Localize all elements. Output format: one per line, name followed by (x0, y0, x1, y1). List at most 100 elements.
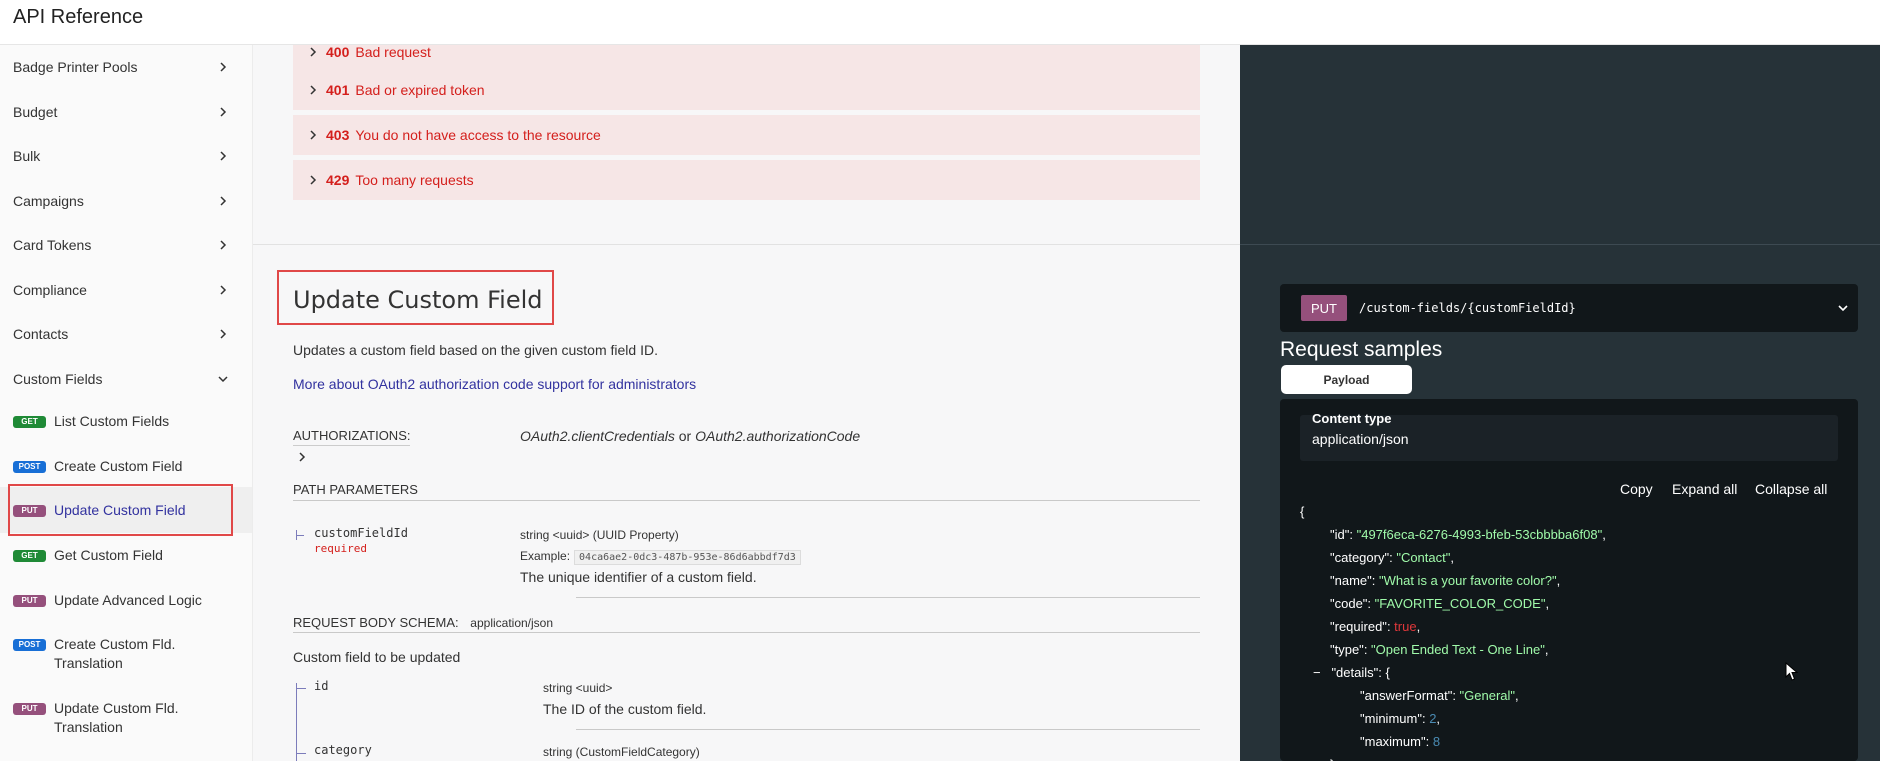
sidebar-group-compliance[interactable]: Compliance (0, 268, 252, 312)
path-param-type: string <uuid> (UUID Property) (520, 528, 679, 542)
sidebar-item-create-custom-field[interactable]: POST Create Custom Field (0, 457, 252, 476)
response-400[interactable]: 400 Bad request (293, 45, 1200, 72)
sidebar-group-label: Custom Fields (13, 371, 103, 387)
response-text: You do not have access to the resource (355, 127, 601, 143)
chevron-right-icon (310, 85, 317, 95)
body-param-name: id (314, 679, 329, 693)
sidebar-group-label: Card Tokens (13, 237, 92, 253)
request-body-description: Custom field to be updated (293, 649, 461, 665)
body-param-name: category (314, 743, 372, 757)
json-open-brace: { (1300, 504, 1305, 519)
method-badge: GET (13, 416, 46, 428)
section-divider (253, 244, 1240, 245)
json-line-category: "category": "Contact", (1330, 550, 1454, 565)
sidebar-item-update-custom-fld-translation[interactable]: PUT Update Custom Fld. Translation (0, 699, 252, 737)
collapse-all-button[interactable]: Collapse all (1755, 481, 1827, 497)
json-key: "answerFormat" (1360, 688, 1453, 703)
sidebar: Badge Printer Pools Budget Bulk Campaign… (0, 45, 253, 761)
response-code: 429 (326, 172, 350, 188)
tree-connector (296, 683, 297, 761)
sidebar-item-update-advanced-logic[interactable]: PUT Update Advanced Logic (0, 591, 252, 610)
json-value: "Contact" (1396, 550, 1451, 565)
json-line-maximum: "maximum": 8 (1360, 734, 1441, 749)
auth-client-credentials: OAuth2.clientCredentials (520, 428, 675, 444)
sidebar-item-label: Create Custom Field (54, 458, 183, 474)
request-body-type: application/json (470, 616, 554, 630)
sidebar-group-label: Bulk (13, 148, 41, 164)
sidebar-item-create-custom-fld-translation[interactable]: POST Create Custom Fld. Translation (0, 635, 252, 673)
auth-or: or (678, 428, 692, 444)
response-code: 400 (326, 45, 350, 60)
auth-authorization-code: OAuth2.authorizationCode (695, 428, 861, 444)
rule (576, 597, 1200, 598)
authorizations-label: AUTHORIZATIONS: (293, 428, 411, 446)
chevron-right-icon (216, 105, 230, 119)
sidebar-group-badge-printer-pools[interactable]: Badge Printer Pools (0, 45, 252, 89)
json-value: 8 (1432, 734, 1441, 749)
json-line-id: "id": "497f6eca-6276-4993-bfeb-53cbbbba6… (1330, 527, 1606, 542)
sidebar-group-campaigns[interactable]: Campaigns (0, 179, 252, 223)
sidebar-item-get-custom-field[interactable]: GET Get Custom Field (0, 546, 252, 565)
chevron-down-icon (1838, 305, 1848, 312)
chevron-right-icon (310, 130, 317, 140)
operation-title: Update Custom Field (293, 286, 543, 314)
chevron-right-icon (216, 327, 230, 341)
json-value: 2 (1429, 711, 1437, 726)
sidebar-item-label: List Custom Fields (54, 413, 170, 429)
sidebar-item-update-custom-field[interactable]: PUT Update Custom Field (0, 487, 252, 533)
endpoint-path: /custom-fields/{customFieldId} (1359, 301, 1576, 315)
rule (293, 500, 1200, 501)
json-line-code: "code": "FAVORITE_COLOR_CODE", (1330, 596, 1550, 611)
json-key: "required" (1330, 619, 1387, 634)
response-401[interactable]: 401 Bad or expired token (293, 70, 1200, 110)
json-key: "code" (1330, 596, 1368, 611)
request-body-schema-label: REQUEST BODY SCHEMA: (293, 615, 459, 630)
response-403[interactable]: 403 You do not have access to the resour… (293, 115, 1200, 155)
path-param-name: customFieldId (314, 526, 408, 540)
json-key: "category" (1330, 550, 1390, 565)
json-value: "General" (1459, 688, 1516, 703)
json-key: "id" (1330, 527, 1350, 542)
oauth-link[interactable]: More about OAuth2 authorization code sup… (293, 376, 696, 392)
response-429[interactable]: 429 Too many requests (293, 160, 1200, 200)
json-collapse-toggle[interactable]: − (1313, 665, 1321, 680)
json-key: "minimum" (1360, 711, 1422, 726)
chevron-right-icon (216, 149, 230, 163)
sidebar-item-label: Update Custom Field (54, 502, 186, 518)
sidebar-group-label: Badge Printer Pools (13, 59, 138, 75)
sidebar-group-budget[interactable]: Budget (0, 90, 252, 134)
method-badge: POST (13, 461, 46, 473)
chevron-right-icon (310, 175, 317, 185)
json-line-answer-format: "answerFormat": "General", (1360, 688, 1519, 703)
json-value: "Open Ended Text - One Line" (1371, 642, 1545, 657)
method-badge: POST (13, 639, 46, 651)
rule (576, 729, 1200, 730)
json-value: "What is a your favorite color?" (1378, 573, 1557, 588)
sidebar-group-contacts[interactable]: Contacts (0, 312, 252, 356)
sidebar-group-bulk[interactable]: Bulk (0, 134, 252, 178)
response-code: 401 (326, 82, 350, 98)
chevron-right-icon[interactable] (296, 451, 308, 463)
json-line-details: − "details": { (1313, 665, 1390, 680)
json-line-type: "type": "Open Ended Text - One Line", (1330, 642, 1549, 657)
sidebar-group-label: Compliance (13, 282, 87, 298)
response-text: Bad request (355, 45, 431, 60)
sidebar-group-label: Contacts (13, 326, 69, 342)
json-close-details: }, (1330, 757, 1338, 761)
endpoint-toggle[interactable]: PUT /custom-fields/{customFieldId} (1280, 284, 1858, 332)
sidebar-group-custom-fields[interactable]: Custom Fields (0, 357, 252, 401)
json-line-name: "name": "What is a your favorite color?"… (1330, 573, 1561, 588)
path-param-required: required (314, 542, 367, 555)
tree-connector (296, 530, 297, 540)
tree-connector (296, 688, 306, 689)
sidebar-group-card-tokens[interactable]: Card Tokens (0, 223, 252, 267)
method-badge: PUT (13, 595, 46, 607)
copy-button[interactable]: Copy (1620, 481, 1653, 497)
expand-all-button[interactable]: Expand all (1672, 481, 1737, 497)
tree-connector (296, 535, 304, 536)
sidebar-item-list-custom-fields[interactable]: GET List Custom Fields (0, 412, 252, 431)
top-bar: API Reference (0, 0, 1880, 45)
content-type-value: application/json (1312, 431, 1409, 447)
json-key: "details" (1331, 665, 1379, 680)
tab-payload[interactable]: Payload (1281, 365, 1412, 394)
